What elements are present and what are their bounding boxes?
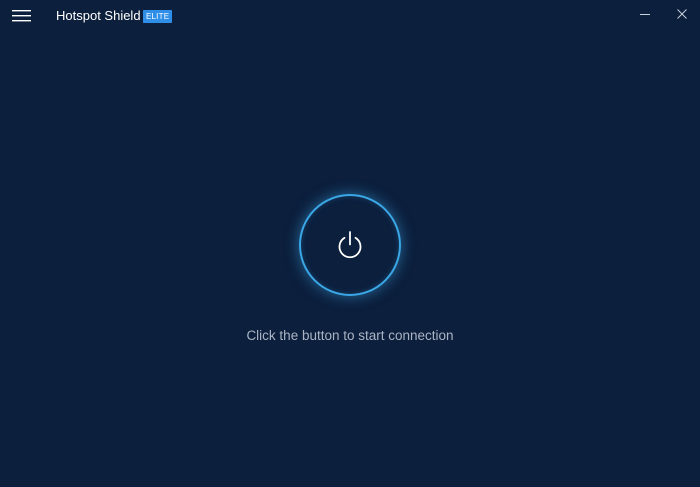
menu-button[interactable]: [8, 4, 36, 26]
elite-badge: ELITE: [143, 10, 173, 23]
connect-power-button[interactable]: [299, 194, 401, 296]
hamburger-menu-icon: [12, 10, 31, 22]
power-icon: [338, 231, 362, 259]
title-bar: Hotspot Shield ELITE: [0, 0, 700, 32]
close-icon: [677, 9, 687, 19]
minimize-icon: [640, 14, 650, 15]
minimize-button[interactable]: [632, 2, 658, 28]
close-button[interactable]: [669, 2, 695, 28]
app-window: Hotspot Shield ELITE Click the button to…: [0, 0, 700, 487]
app-title: Hotspot Shield: [56, 8, 141, 23]
connection-status-text: Click the button to start connection: [246, 328, 454, 343]
